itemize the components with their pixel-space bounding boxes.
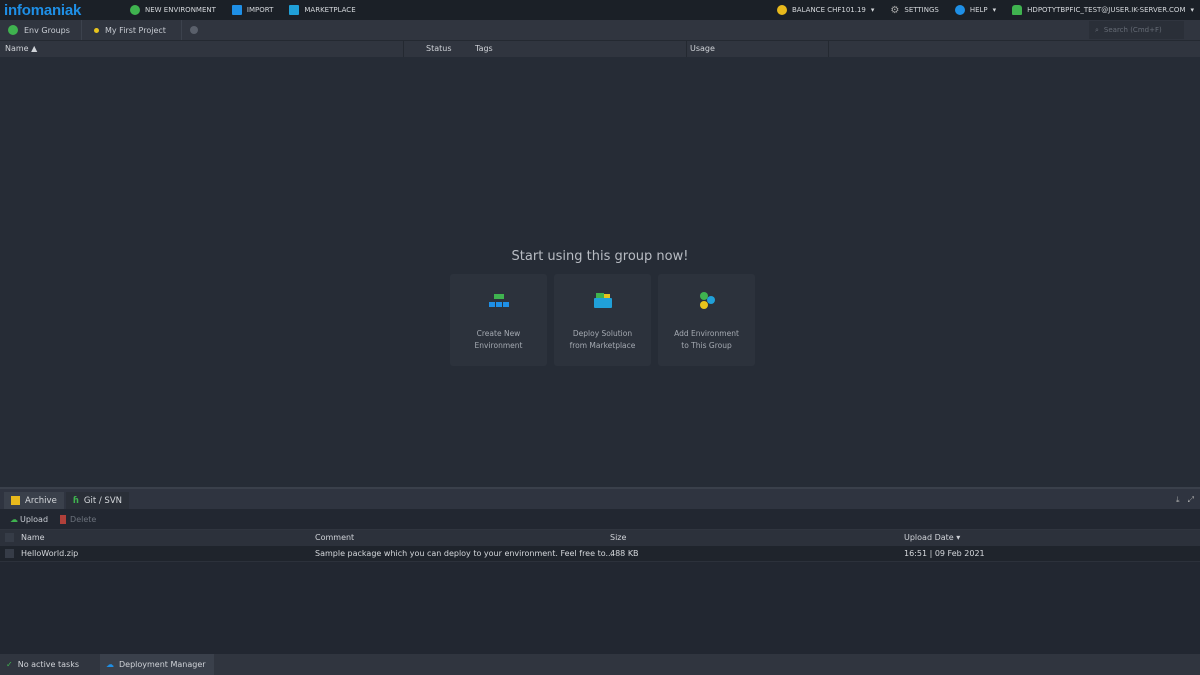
basket-icon [289, 5, 300, 15]
table-row[interactable]: HelloWorld.zip Sample package which you … [0, 546, 1200, 562]
caret-down-icon: ▾ [870, 6, 875, 14]
archive-table-header: Name Comment Size Upload Date ▾ [0, 530, 1200, 546]
column-size[interactable]: Size [610, 533, 626, 542]
tab-label: Archive [25, 495, 57, 506]
cloud-icon: ☁ [106, 660, 114, 669]
card-label: Add Environment [674, 329, 739, 338]
file-name: HelloWorld.zip [21, 549, 79, 558]
label: Env Groups [24, 25, 70, 35]
column-status[interactable]: Status [426, 44, 452, 53]
label: HELP [969, 6, 988, 14]
caret-down-icon: ▾ [992, 6, 997, 14]
card-label: to This Group [681, 341, 732, 350]
settings-button[interactable]: ⚙ SETTINGS [890, 5, 938, 16]
add-environment-card[interactable]: Add Environment to This Group [658, 274, 755, 366]
label: SETTINGS [904, 6, 939, 14]
breadcrumb-env-groups[interactable]: Env Groups [0, 20, 82, 40]
check-icon: ✓ [6, 660, 13, 669]
search-input[interactable]: ⌕ Search (Cmd+F) [1089, 21, 1184, 39]
panel-controls: ⤓ ⤢ [1170, 495, 1200, 509]
add-icon [190, 26, 198, 34]
column-tags[interactable]: Tags [475, 44, 493, 53]
empty-title: Start using this group now! [511, 249, 689, 264]
help-icon [954, 5, 965, 15]
add-group-button[interactable] [182, 20, 206, 40]
git-icon: ɦ [72, 495, 79, 506]
download-icon[interactable]: ⤓ [1176, 495, 1180, 505]
tab-label: Git / SVN [83, 495, 122, 506]
user-menu[interactable]: HDPOTYTBPFIC_TEST@JUSER.IK-SERVER.COM ▾ [1012, 5, 1194, 15]
create-environment-card[interactable]: Create New Environment [450, 274, 547, 366]
project-dot-icon [94, 27, 99, 33]
hexagons-icon [700, 292, 715, 309]
row-checkbox[interactable] [5, 549, 14, 558]
plus-icon [130, 5, 140, 15]
env-groups-icon [8, 25, 18, 35]
environment-icon [489, 294, 509, 307]
search-icon: ⌕ [1095, 25, 1099, 34]
label: My First Project [105, 25, 166, 35]
card-label: Deploy Solution [572, 329, 633, 338]
top-bar: infomaniak NEW ENVIRONMENT IMPORT MARKET… [0, 0, 1200, 20]
deployment-manager-panel: Archive ɦ Git / SVN ⤓ ⤢ ☁ Upload Delete Nam… [0, 487, 1200, 654]
column-name[interactable]: Name [21, 533, 45, 542]
import-button[interactable]: IMPORT [231, 5, 274, 15]
upload-cloud-icon: ☁ [10, 514, 18, 524]
label: Deployment Manager [119, 660, 206, 669]
balance-menu[interactable]: BALANCE CHF101.19 ▾ [777, 5, 874, 15]
label: NEW ENVIRONMENT [145, 6, 216, 14]
delete-button[interactable]: Delete [60, 514, 97, 524]
deployment-manager-tab[interactable]: ☁ Deployment Manager [100, 654, 214, 675]
archive-icon [11, 496, 20, 505]
column-comment[interactable]: Comment [315, 533, 354, 542]
label: No active tasks [17, 660, 79, 669]
status-bar: ✓ No active tasks ☁ Deployment Manager [0, 654, 1200, 675]
env-table-header: Name ▲ Status Tags Usage [0, 40, 1200, 57]
money-bag-icon [777, 5, 787, 15]
expand-icon[interactable]: ⤢ [1188, 495, 1194, 505]
column-usage[interactable]: Usage [690, 44, 715, 53]
upload-button[interactable]: ☁ Upload [10, 515, 48, 524]
label: MARKETPLACE [304, 6, 356, 14]
tab-git-svn[interactable]: ɦ Git / SVN [65, 492, 129, 509]
trash-icon [60, 514, 67, 524]
label: Upload [20, 514, 49, 524]
logo[interactable]: infomaniak [4, 2, 130, 19]
label: Delete [70, 514, 97, 524]
card-label: Environment [474, 341, 523, 350]
tasks-status[interactable]: ✓ No active tasks [0, 654, 100, 675]
upload-date: 16:51 | 09 Feb 2021 [904, 549, 985, 558]
label: IMPORT [246, 6, 274, 14]
gear-icon: ⚙ [890, 4, 900, 16]
deploy-marketplace-card[interactable]: Deploy Solution from Marketplace [554, 274, 651, 366]
column-upload-date[interactable]: Upload Date ▾ [904, 533, 960, 542]
user-icon [1012, 5, 1023, 15]
help-menu[interactable]: HELP ▾ [954, 5, 997, 15]
new-environment-button[interactable]: NEW ENVIRONMENT [130, 5, 216, 15]
basket-icon [594, 293, 612, 308]
label: BALANCE CHF101.19 [792, 6, 866, 14]
breadcrumb-project[interactable]: My First Project [82, 20, 182, 40]
file-comment: Sample package which you can deploy to y… [315, 549, 614, 558]
card-label: from Marketplace [569, 341, 636, 350]
search-placeholder: Search (Cmd+F) [1103, 26, 1162, 34]
column-name[interactable]: Name ▲ [5, 44, 37, 53]
caret-down-icon: ▾ [1190, 6, 1194, 14]
breadcrumb: Env Groups My First Project [0, 20, 1200, 40]
select-all-checkbox[interactable] [5, 533, 14, 542]
tab-archive[interactable]: Archive [4, 492, 64, 509]
marketplace-button[interactable]: MARKETPLACE [289, 5, 356, 15]
file-size: 488 KB [610, 549, 639, 558]
card-label: Create New [476, 329, 521, 338]
import-icon [231, 5, 242, 15]
label: HDPOTYTBPFIC_TEST@JUSER.IK-SERVER.COM [1027, 6, 1186, 14]
